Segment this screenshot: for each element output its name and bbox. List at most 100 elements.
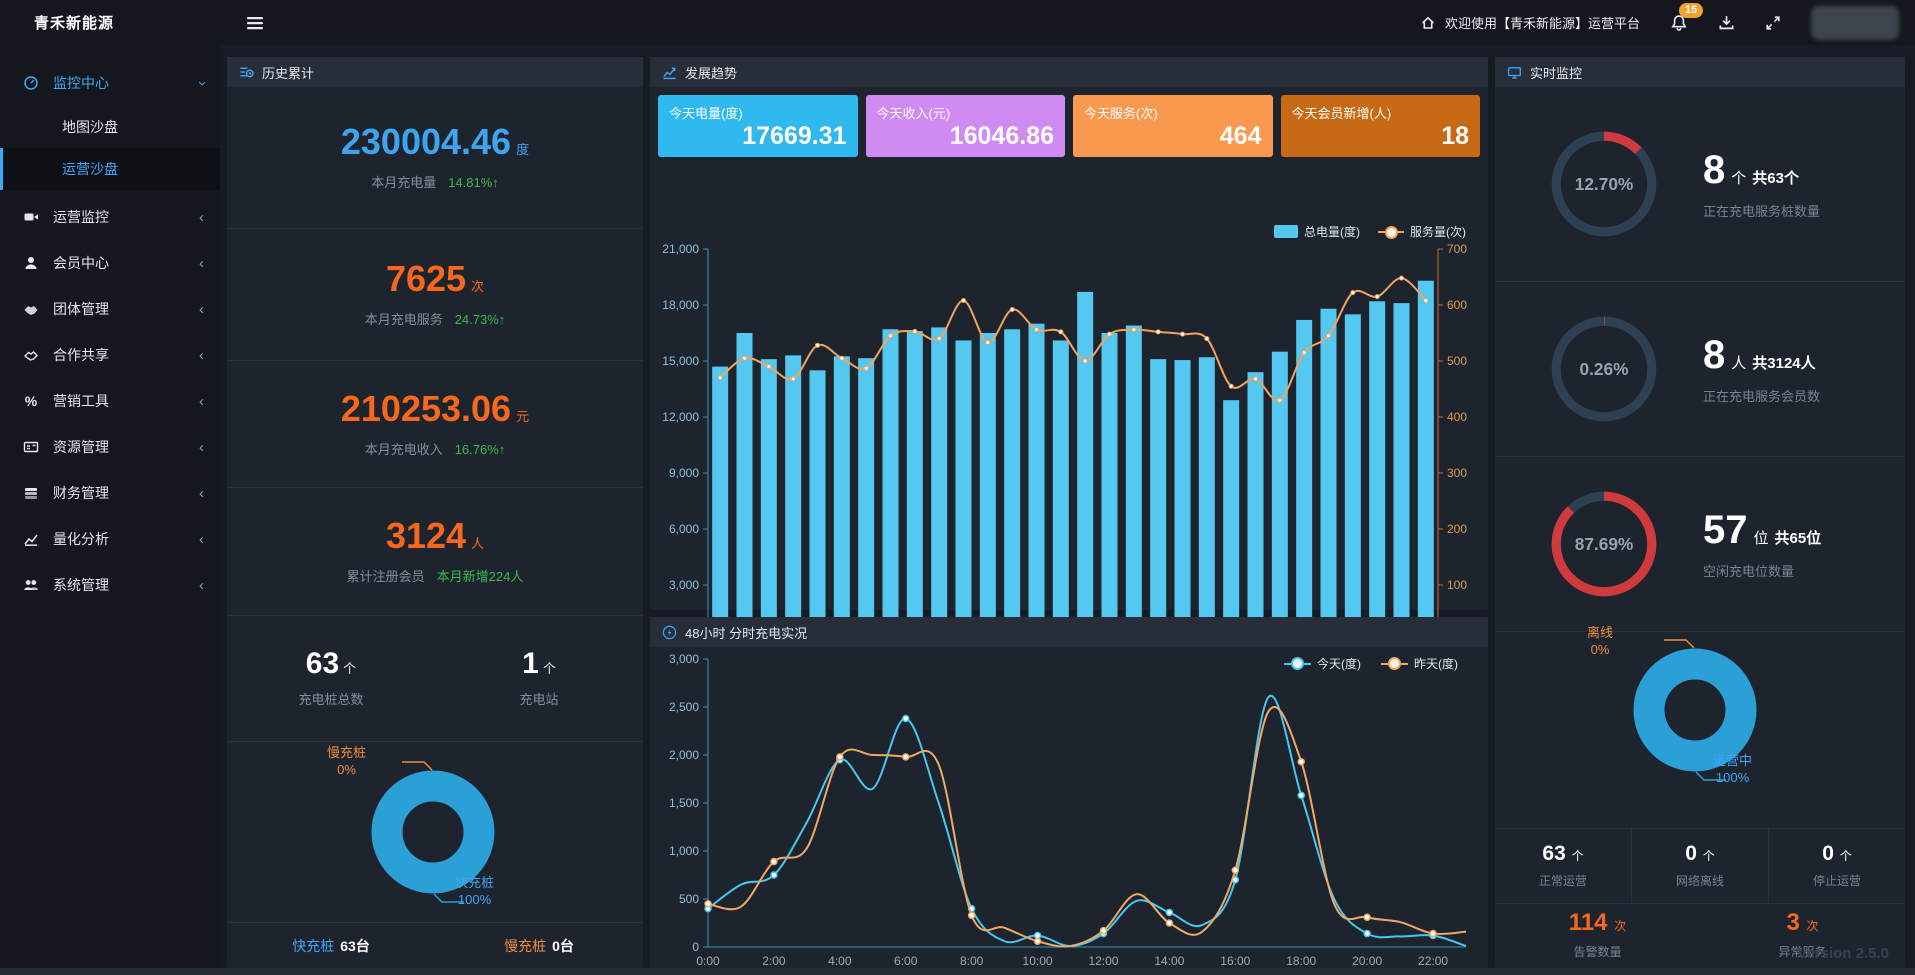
sidebar-nav: 监控中心 ‹ 地图沙盘 运营沙盘 运营监控 ‹ 会员中心 ‹	[0, 45, 220, 975]
chevron-left-icon: ‹	[199, 348, 204, 363]
legend-swatch-bar	[1274, 225, 1298, 238]
stat-month-energy: 230004.46度 本月充电量14.81%↑	[227, 87, 643, 229]
legend-item-yesterday[interactable]: 昨天(度)	[1381, 655, 1458, 672]
card-today-new-members: 今天会员新增(人)18	[1281, 95, 1481, 157]
legend-swatch-today	[1284, 657, 1311, 670]
legend-item-today[interactable]: 今天(度)	[1284, 655, 1361, 672]
svg-text:3,000: 3,000	[669, 578, 699, 592]
sidebar-item-group-management[interactable]: 团体管理 ‹	[0, 286, 220, 332]
sidebar-item-label: 地图沙盘	[62, 117, 118, 137]
sidebar-item-member-center[interactable]: 会员中心 ‹	[0, 240, 220, 286]
stat-month-services: 7625次 本月充电服务24.73%↑	[227, 229, 643, 361]
chevron-left-icon: ‹	[199, 486, 204, 501]
svg-text:500: 500	[679, 892, 699, 906]
history-list-icon	[239, 65, 254, 80]
stat-total-pumps: 63个 充电桩总数	[227, 616, 435, 741]
hourly-legend: 今天(度) 昨天(度)	[1284, 655, 1458, 672]
percent-icon: %	[22, 393, 40, 409]
gauge-idle-slots: 87.69% 57位共65位 空闲充电位数量	[1495, 457, 1905, 632]
svg-text:0: 0	[692, 940, 699, 954]
notifications-button[interactable]: 15	[1670, 14, 1688, 32]
chevron-left-icon: ‹	[199, 210, 204, 225]
sidebar-item-finance-management[interactable]: 财务管理 ‹	[0, 470, 220, 516]
trend-bar-line-chart: 03,0006,0009,00012,00015,00018,00021,000…	[650, 243, 1488, 667]
user-icon	[22, 255, 40, 271]
svg-text:500: 500	[1447, 354, 1467, 368]
svg-text:12.70%: 12.70%	[1575, 174, 1634, 194]
bottom-edge-strip	[0, 968, 1915, 975]
svg-text:14:00: 14:00	[1154, 954, 1184, 968]
sidebar-item-system-management[interactable]: 系统管理 ‹	[0, 562, 220, 608]
gauge-ring: 0.26%	[1543, 308, 1665, 430]
sidebar-item-label: 运营监控	[53, 207, 109, 227]
trend-chart-icon	[662, 65, 677, 80]
svg-text:2,000: 2,000	[669, 748, 699, 762]
gauge-ring: 12.70%	[1543, 123, 1665, 245]
chevron-left-icon: ‹	[199, 256, 204, 271]
welcome-area: 欢迎使用【青禾新能源】运营平台	[1420, 13, 1640, 32]
stat-total-stations: 1个 充电站	[435, 616, 643, 741]
sidebar-item-operation-sandbox[interactable]: 运营沙盘	[0, 148, 220, 190]
sidebar-item-label: 团体管理	[53, 299, 109, 319]
svg-text:18:00: 18:00	[1286, 954, 1316, 968]
svg-text:10:00: 10:00	[1023, 954, 1053, 968]
svg-text:4:00: 4:00	[828, 954, 852, 968]
status-normal: 63 个 正常运营	[1495, 829, 1631, 903]
home-icon[interactable]	[1420, 15, 1436, 31]
legend-swatch-line	[1378, 225, 1404, 238]
svg-text:2:00: 2:00	[762, 954, 786, 968]
hourly-panel-header: 48小时 分时充电实况	[650, 617, 1488, 647]
sidebar-item-operation-monitor[interactable]: 运营监控 ‹	[0, 194, 220, 240]
hamburger-menu-icon[interactable]	[246, 15, 264, 31]
cooperation-icon	[22, 347, 40, 363]
hourly-line-chart: 05001,0001,5002,0002,5003,0000:002:004:0…	[650, 647, 1488, 973]
stat-registered-members: 3124人 累计注册会员本月新增224人	[227, 488, 643, 616]
sidebar-item-label: 营销工具	[53, 391, 109, 411]
welcome-text: 欢迎使用【青禾新能源】运营平台	[1445, 13, 1640, 32]
top-header: 青禾新能源 欢迎使用【青禾新能源】运营平台 15	[0, 0, 1915, 45]
sidebar-item-resource-management[interactable]: 资源管理 ‹	[0, 424, 220, 470]
card-today-services: 今天服务(次)464	[1073, 95, 1273, 157]
svg-text:87.69%: 87.69%	[1575, 534, 1634, 554]
svg-text:2,500: 2,500	[669, 700, 699, 714]
sidebar-item-label: 系统管理	[53, 575, 109, 595]
donut-label-offline: 离线0%	[1587, 624, 1613, 658]
sidebar-item-label: 监控中心	[53, 73, 109, 93]
svg-text:300: 300	[1447, 466, 1467, 480]
chevron-left-icon: ‹	[199, 440, 204, 455]
svg-text:700: 700	[1447, 243, 1467, 256]
svg-text:8:00: 8:00	[960, 954, 984, 968]
svg-text:1,000: 1,000	[669, 844, 699, 858]
svg-text:0.26%: 0.26%	[1580, 359, 1629, 379]
sidebar-item-cooperation-share[interactable]: 合作共享 ‹	[0, 332, 220, 378]
realtime-panel-header: 实时监控	[1495, 57, 1905, 87]
donut-label-slow: 慢充桩0%	[327, 744, 366, 778]
sidebar-item-monitor-center[interactable]: 监控中心 ‹	[0, 60, 220, 106]
chevron-left-icon: ‹	[199, 394, 204, 409]
slow-pump-count: 慢充桩0台	[435, 936, 643, 956]
status-stopped: 0 个 停止运营	[1768, 829, 1905, 903]
finance-icon	[22, 485, 40, 501]
chevron-left-icon: ‹	[199, 532, 204, 547]
donut-label-fast: 快充桩100%	[455, 874, 494, 908]
download-icon[interactable]	[1718, 14, 1735, 31]
hourly-charging-panel: 48小时 分时充电实况 今天(度) 昨天(度) 05001,0001,5002,…	[650, 617, 1488, 975]
sidebar-item-marketing-tools[interactable]: % 营销工具 ‹	[0, 378, 220, 424]
user-avatar[interactable]	[1811, 6, 1899, 40]
legend-item-service-count[interactable]: 服务量(次)	[1378, 223, 1466, 240]
history-panel-header: 历史累计	[227, 57, 643, 87]
status-offline: 0 个 网络离线	[1631, 829, 1768, 903]
gauge-charging-members: 0.26% 8人共3124人 正在充电服务会员数	[1495, 282, 1905, 457]
fullscreen-icon[interactable]	[1765, 15, 1781, 31]
dashboard-icon	[22, 75, 40, 91]
sidebar-item-quant-analysis[interactable]: 量化分析 ‹	[0, 516, 220, 562]
trend-panel-header: 发展趋势	[650, 57, 1488, 87]
sidebar-item-label: 资源管理	[53, 437, 109, 457]
dashboard-root: 青禾新能源 欢迎使用【青禾新能源】运营平台 15	[0, 0, 1915, 975]
svg-text:15,000: 15,000	[662, 354, 699, 368]
svg-text:22:00: 22:00	[1418, 954, 1448, 968]
svg-text:400: 400	[1447, 410, 1467, 424]
trend-panel: 发展趋势 今天电量(度)17669.31 今天收入(元)16046.86 今天服…	[650, 57, 1488, 610]
sidebar-item-map-sandbox[interactable]: 地图沙盘	[0, 106, 220, 148]
legend-item-total-energy[interactable]: 总电量(度)	[1274, 223, 1360, 240]
